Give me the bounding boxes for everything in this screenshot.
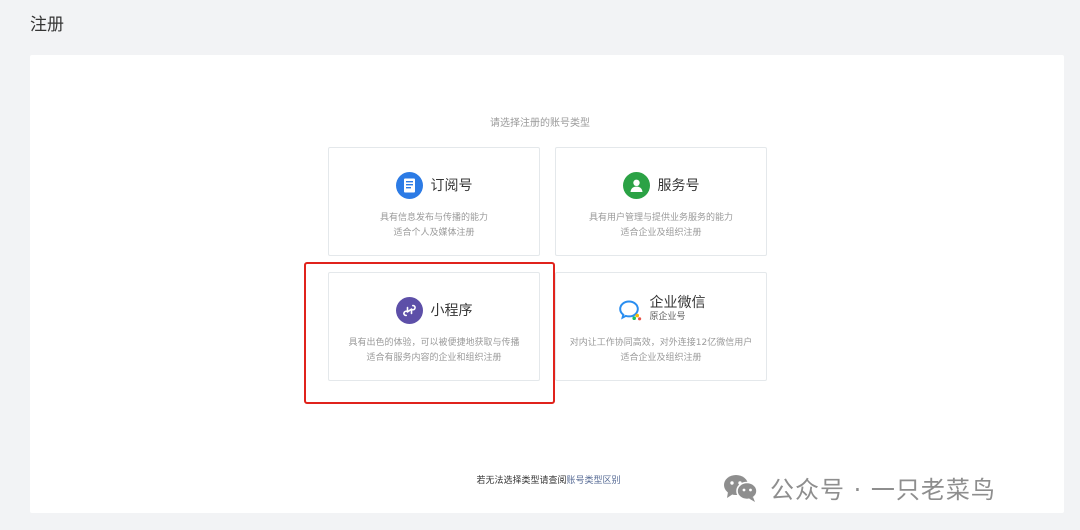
card-desc-line: 对内让工作协同高效，对外连接12亿微信用户 — [569, 338, 753, 348]
account-type-diff-link[interactable]: 账号类型区别 — [567, 476, 621, 486]
card-desc-line: 适合企业及组织注册 — [620, 228, 702, 238]
card-desc-line: 适合有服务内容的企业和组织注册 — [366, 353, 502, 363]
card-desc-line: 具有信息发布与传播的能力 — [379, 213, 488, 223]
card-desc-line: 适合个人及媒体注册 — [393, 228, 475, 238]
card-title-group: 企业微信 原企业号 — [650, 296, 706, 324]
card-desc-line: 适合企业及组织注册 — [620, 353, 702, 363]
account-type-prompt: 请选择注册的账号类型 — [490, 118, 590, 129]
watermark-text: 公众号 · 一只老菜鸟 — [770, 476, 996, 504]
card-title: 服务号 — [657, 178, 700, 194]
work-wechat-icon — [617, 297, 644, 324]
footer-hint-text: 若无法选择类型请查阅 — [476, 476, 567, 486]
wechat-logo-icon — [724, 474, 758, 502]
card-mini-program[interactable]: 小程序 具有出色的体验，可以被便捷地获取与传播 适合有服务内容的企业和组织注册 — [328, 272, 540, 381]
card-description: 具有信息发布与传播的能力 适合个人及媒体注册 — [329, 211, 539, 241]
card-description: 具有用户管理与提供业务服务的能力 适合企业及组织注册 — [556, 211, 766, 241]
card-title: 订阅号 — [430, 178, 473, 194]
card-description: 对内让工作协同高效，对外连接12亿微信用户 适合企业及组织注册 — [556, 336, 766, 366]
card-service-account[interactable]: 服务号 具有用户管理与提供业务服务的能力 适合企业及组织注册 — [555, 147, 767, 256]
card-title: 企业微信 — [649, 295, 706, 311]
card-title: 小程序 — [430, 303, 473, 319]
user-service-icon — [622, 171, 650, 199]
card-subtitle: 原企业号 — [649, 312, 686, 322]
mini-program-icon — [395, 296, 423, 324]
document-icon — [395, 171, 423, 199]
card-desc-line: 具有出色的体验，可以被便捷地获取与传播 — [348, 338, 520, 348]
card-subscription-account[interactable]: 订阅号 具有信息发布与传播的能力 适合个人及媒体注册 — [328, 147, 540, 256]
watermark: 公众号 · 一只老菜鸟 — [722, 470, 996, 505]
card-desc-line: 具有用户管理与提供业务服务的能力 — [588, 213, 733, 223]
card-description: 具有出色的体验，可以被便捷地获取与传播 适合有服务内容的企业和组织注册 — [329, 336, 539, 366]
card-work-wechat[interactable]: 企业微信 原企业号 对内让工作协同高效，对外连接12亿微信用户 适合企业及组织注… — [555, 272, 767, 381]
page-title: 注册 — [30, 15, 64, 35]
